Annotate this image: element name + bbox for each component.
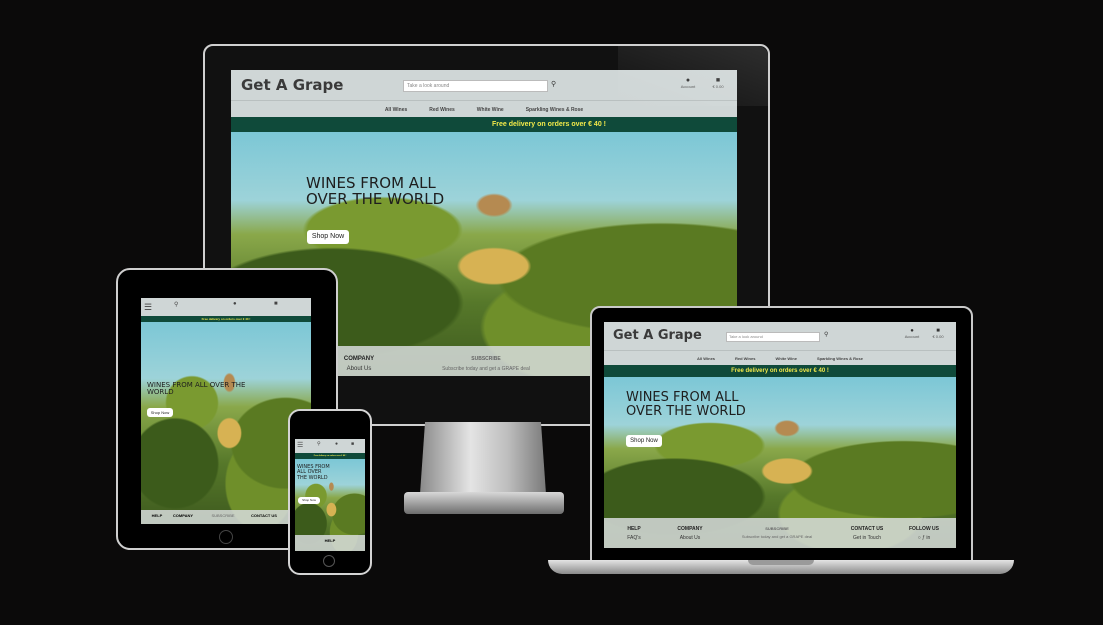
tablet-footer: HELP COMPANY SUBSCRIBE CONTACT US xyxy=(141,510,311,524)
laptop-account-link[interactable]: ● Account xyxy=(902,328,922,339)
phone-footer: HELP xyxy=(295,535,365,551)
phone-header: ☰ ⚲ ● ■ xyxy=(295,439,365,453)
phone-search-icon[interactable]: ⚲ xyxy=(317,441,321,447)
laptop-nav-sparkling[interactable]: Sparkling Wines & Rose xyxy=(817,356,863,361)
laptop-nav-red-wines[interactable]: Red Wines xyxy=(735,356,755,361)
monitor-stand xyxy=(420,422,546,494)
tablet-footer-company: COMPANY xyxy=(172,513,194,518)
phone-footer-help: HELP xyxy=(324,538,336,543)
tablet-bag-icon[interactable]: ■ xyxy=(274,301,278,307)
tablet-search-icon[interactable]: ⚲ xyxy=(174,301,178,308)
facebook-icon[interactable]: ƒ xyxy=(922,535,925,541)
laptop-footer-follow-heading: FOLLOW US xyxy=(909,526,939,532)
nav-sparkling[interactable]: Sparkling Wines & Rose xyxy=(526,107,583,113)
shop-now-button[interactable]: Shop Now xyxy=(307,230,349,244)
laptop-hero-title: WINES FROM ALL OVER THE WORLD xyxy=(626,390,746,419)
laptop-footer-help-heading: HELP xyxy=(627,526,641,532)
search-icon[interactable]: ⚲ xyxy=(551,80,556,88)
tablet-footer-help: HELP xyxy=(151,513,163,518)
nav-all-wines[interactable]: All Wines xyxy=(385,107,407,113)
tablet-header: ☰ ⚲ ● ■ xyxy=(141,298,311,316)
monitor-base xyxy=(404,492,564,514)
phone-shop-now-button[interactable]: Shop Now xyxy=(298,497,320,504)
linkedin-icon[interactable]: in xyxy=(926,535,930,541)
phone-screen: ☰ ⚲ ● ■ Free delivery on orders over € 4… xyxy=(295,439,365,551)
instagram-icon[interactable]: ○ xyxy=(918,535,921,541)
monitor-gloss xyxy=(618,46,768,106)
laptop-header: Get A Grape Take a look around ⚲ ● Accou… xyxy=(604,322,956,350)
laptop-promo-banner: Free delivery on orders over € 40 ! xyxy=(604,365,956,377)
phone-hero-title: WINES FROM ALL OVER THE WORLD xyxy=(297,464,330,481)
phone-account-icon[interactable]: ● xyxy=(335,441,338,447)
laptop-footer-company: COMPANY About Us xyxy=(670,526,710,541)
laptop-footer-subscribe: SUBSCRIBE Subscribe today and get a GRAP… xyxy=(732,526,822,539)
promo-banner: Free delivery on orders over € 40 ! xyxy=(231,117,737,132)
phone-bag-icon[interactable]: ■ xyxy=(351,441,354,447)
laptop-device: Get A Grape Take a look around ⚲ ● Accou… xyxy=(590,306,973,564)
nav-white-wine[interactable]: White Wine xyxy=(477,107,504,113)
laptop-nav-white-wine[interactable]: White Wine xyxy=(775,356,797,361)
laptop-main-nav: All Wines Red Wines White Wine Sparkling… xyxy=(604,350,956,366)
tablet-screen: ☰ ⚲ ● ■ Free delivery on orders over € 4… xyxy=(141,298,311,524)
laptop-footer-subscribe-heading: SUBSCRIBE xyxy=(765,526,789,531)
footer-subscribe-heading: SUBSCRIBE xyxy=(471,356,501,362)
laptop-footer-subscribe-text: Subscribe today and get a GRAPE deal xyxy=(741,534,813,539)
laptop-nav-all-wines[interactable]: All Wines xyxy=(697,356,715,361)
laptop-footer-contact-link[interactable]: Get in Touch xyxy=(844,535,890,541)
tablet-account-icon[interactable]: ● xyxy=(233,301,237,307)
tablet-footer-contact: CONTACT US xyxy=(251,513,277,518)
laptop-search-input[interactable]: Take a look around xyxy=(726,332,820,342)
site-logo[interactable]: Get A Grape xyxy=(241,76,343,94)
footer-company-heading: COMPANY xyxy=(343,356,375,362)
laptop-bag-link[interactable]: ■ € 0.00 xyxy=(928,328,948,339)
laptop-footer-contact-heading: CONTACT US xyxy=(850,526,884,532)
nav-red-wines[interactable]: Red Wines xyxy=(429,107,455,113)
phone-device: ☰ ⚲ ● ■ Free delivery on orders over € 4… xyxy=(288,409,372,575)
laptop-notch xyxy=(748,560,814,565)
laptop-search-icon[interactable]: ⚲ xyxy=(824,331,828,338)
footer-subscribe: SUBSCRIBE Subscribe today and get a GRAP… xyxy=(431,356,541,372)
tablet-hero-title: WINES FROM ALL OVER THE WORLD xyxy=(147,381,246,397)
footer-company: COMPANY About Us xyxy=(329,356,389,372)
laptop-footer-company-heading: COMPANY xyxy=(677,526,703,532)
laptop-footer-follow: FOLLOW US ○ ƒ in xyxy=(904,526,944,541)
laptop-shop-now-button[interactable]: Shop Now xyxy=(626,435,662,447)
tablet-shop-now-button[interactable]: Shop Now xyxy=(147,408,173,417)
phone-hero-image: WINES FROM ALL OVER THE WORLD Shop Now H… xyxy=(295,459,365,551)
laptop-footer-faq-link[interactable]: FAQ's xyxy=(622,535,646,541)
laptop-footer: HELP FAQ's COMPANY About Us SUBSCRIBE Su… xyxy=(604,518,956,548)
laptop-logo[interactable]: Get A Grape xyxy=(613,328,702,343)
phone-home-button[interactable] xyxy=(323,555,335,567)
laptop-screen: Get A Grape Take a look around ⚲ ● Accou… xyxy=(604,322,956,548)
footer-subscribe-text: Subscribe today and get a GRAPE deal xyxy=(442,366,530,372)
footer-about-link[interactable]: About Us xyxy=(329,366,389,372)
tablet-footer-subscribe: SUBSCRIBE xyxy=(211,513,235,518)
tablet-home-button[interactable] xyxy=(219,530,233,544)
laptop-hero-image: WINES FROM ALL OVER THE WORLD Shop Now H… xyxy=(604,377,956,548)
menu-icon[interactable]: ☰ xyxy=(144,302,152,313)
laptop-bag-total: € 0.00 xyxy=(932,334,944,339)
phone-menu-icon[interactable]: ☰ xyxy=(297,441,303,449)
hero-title: WINES FROM ALL OVER THE WORLD xyxy=(306,174,445,208)
laptop-footer-help: HELP FAQ's xyxy=(622,526,646,541)
tablet-hero-image: WINES FROM ALL OVER THE WORLD Shop Now H… xyxy=(141,322,311,524)
laptop-account-label: Account xyxy=(904,334,920,339)
search-input[interactable]: Take a look around xyxy=(403,80,548,92)
laptop-footer-about-link[interactable]: About Us xyxy=(670,535,710,541)
laptop-footer-contact: CONTACT US Get in Touch xyxy=(844,526,890,541)
